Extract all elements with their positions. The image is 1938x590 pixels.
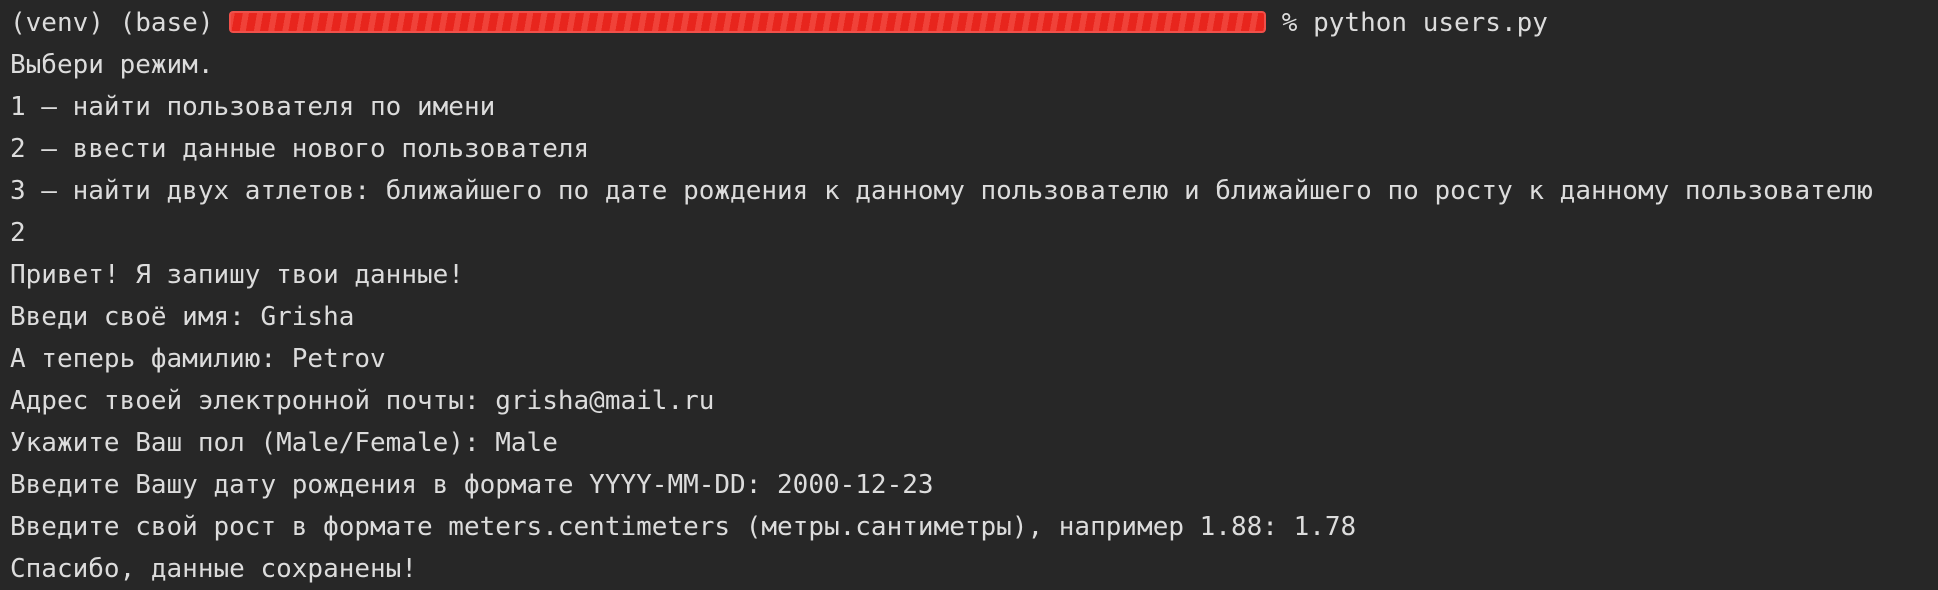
output-line: Привет! Я запишу твои данные! bbox=[10, 260, 464, 290]
output-line: Введи своё имя: Grisha bbox=[10, 302, 355, 332]
output-line: Выбери режим. bbox=[10, 50, 214, 80]
output-line: Адрес твоей электронной почты: grisha@ma… bbox=[10, 386, 715, 416]
prompt-command: % python users.py bbox=[1266, 8, 1548, 38]
redacted-path bbox=[229, 10, 1267, 33]
terminal-prompt-line: (venv) (base) % python users.py bbox=[10, 2, 1938, 44]
output-line: А теперь фамилию: Petrov bbox=[10, 344, 386, 374]
output-line: Введите свой рост в формате meters.centi… bbox=[10, 512, 1357, 542]
output-line: 2 – ввести данные нового пользователя bbox=[10, 134, 590, 164]
output-line: Укажите Ваш пол (Male/Female): Male bbox=[10, 428, 558, 458]
output-line: 3 – найти двух атлетов: ближайшего по да… bbox=[10, 176, 1873, 206]
output-line: 1 – найти пользователя по имени bbox=[10, 92, 496, 122]
terminal-window[interactable]: (venv) (base) % python users.py Выбери р… bbox=[0, 0, 1938, 584]
output-line: Введите Вашу дату рождения в формате YYY… bbox=[10, 470, 934, 500]
prompt-prefix: (venv) (base) bbox=[10, 8, 230, 38]
input-line: 2 bbox=[10, 218, 26, 248]
